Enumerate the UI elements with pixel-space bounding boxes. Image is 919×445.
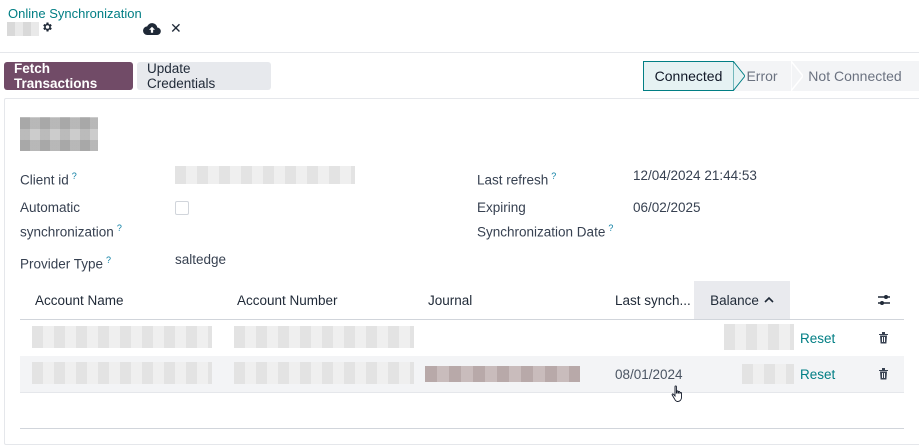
fetch-transactions-button[interactable]: Fetch Transactions bbox=[4, 61, 133, 91]
sort-ascending-icon bbox=[764, 296, 774, 304]
expiring-sync-date-value: 06/02/2025 bbox=[633, 200, 701, 215]
status-not-connected[interactable]: Not Connected bbox=[791, 61, 919, 91]
column-last-sync[interactable]: Last synch... bbox=[615, 281, 691, 319]
help-tooltip-icon[interactable]: ? bbox=[551, 171, 556, 181]
hand-pointer-icon bbox=[671, 385, 685, 406]
account-name-redacted bbox=[32, 326, 212, 348]
chevron-right-icon bbox=[791, 61, 803, 91]
sliders-icon[interactable] bbox=[877, 281, 891, 319]
cloud-upload-icon[interactable] bbox=[143, 22, 161, 36]
chevron-right-icon bbox=[733, 61, 745, 91]
auto-sync-label: Automatic synchronization? bbox=[20, 200, 122, 240]
update-credentials-button[interactable]: Update Credentials bbox=[137, 61, 271, 91]
status-bar: Connected Error Not Connected bbox=[643, 61, 919, 91]
help-tooltip-icon[interactable]: ? bbox=[106, 255, 111, 265]
status-connected[interactable]: Connected bbox=[643, 61, 733, 91]
breadcrumb[interactable]: Online Synchronization bbox=[8, 6, 142, 21]
auto-sync-checkbox[interactable] bbox=[175, 201, 189, 215]
column-balance[interactable]: Balance bbox=[694, 281, 790, 319]
balance-redacted bbox=[724, 324, 794, 350]
table-row[interactable]: 08/01/2024 Reset bbox=[20, 356, 904, 393]
table-row[interactable]: Reset bbox=[20, 320, 904, 357]
help-tooltip-icon[interactable]: ? bbox=[72, 171, 77, 181]
accounts-table-header: Account Name Account Number Journal Last… bbox=[20, 281, 904, 320]
column-journal[interactable]: Journal bbox=[428, 281, 472, 319]
record-name-redacted bbox=[7, 22, 39, 36]
trash-icon[interactable] bbox=[878, 320, 889, 356]
reset-link[interactable]: Reset bbox=[800, 356, 835, 392]
provider-type-value: saltedge bbox=[175, 252, 227, 267]
balance-redacted bbox=[742, 364, 794, 384]
journal-redacted bbox=[425, 366, 580, 382]
last-refresh-label: Last refresh? bbox=[477, 171, 557, 188]
client-id-label: Client id? bbox=[20, 171, 77, 188]
column-account-name[interactable]: Account Name bbox=[35, 281, 124, 319]
trash-icon[interactable] bbox=[878, 356, 889, 392]
help-tooltip-icon[interactable]: ? bbox=[608, 223, 613, 233]
control-panel: Online Synchronization ✕ bbox=[0, 0, 919, 53]
institution-logo-redacted bbox=[20, 117, 98, 151]
close-icon[interactable]: ✕ bbox=[170, 20, 182, 36]
account-name-redacted bbox=[32, 362, 212, 384]
gear-icon[interactable] bbox=[41, 21, 53, 37]
expiring-sync-date-label: Expiring Synchronization Date? bbox=[477, 200, 614, 240]
account-number-redacted bbox=[234, 362, 414, 384]
reset-link[interactable]: Reset bbox=[800, 320, 835, 356]
account-number-redacted bbox=[234, 326, 414, 348]
provider-type-label: Provider Type? bbox=[20, 255, 112, 272]
table-footer-divider bbox=[20, 428, 904, 429]
help-tooltip-icon[interactable]: ? bbox=[117, 223, 122, 233]
last-refresh-value: 12/04/2024 21:44:53 bbox=[633, 168, 757, 183]
column-account-number[interactable]: Account Number bbox=[237, 281, 338, 319]
client-id-value-redacted bbox=[175, 166, 355, 184]
